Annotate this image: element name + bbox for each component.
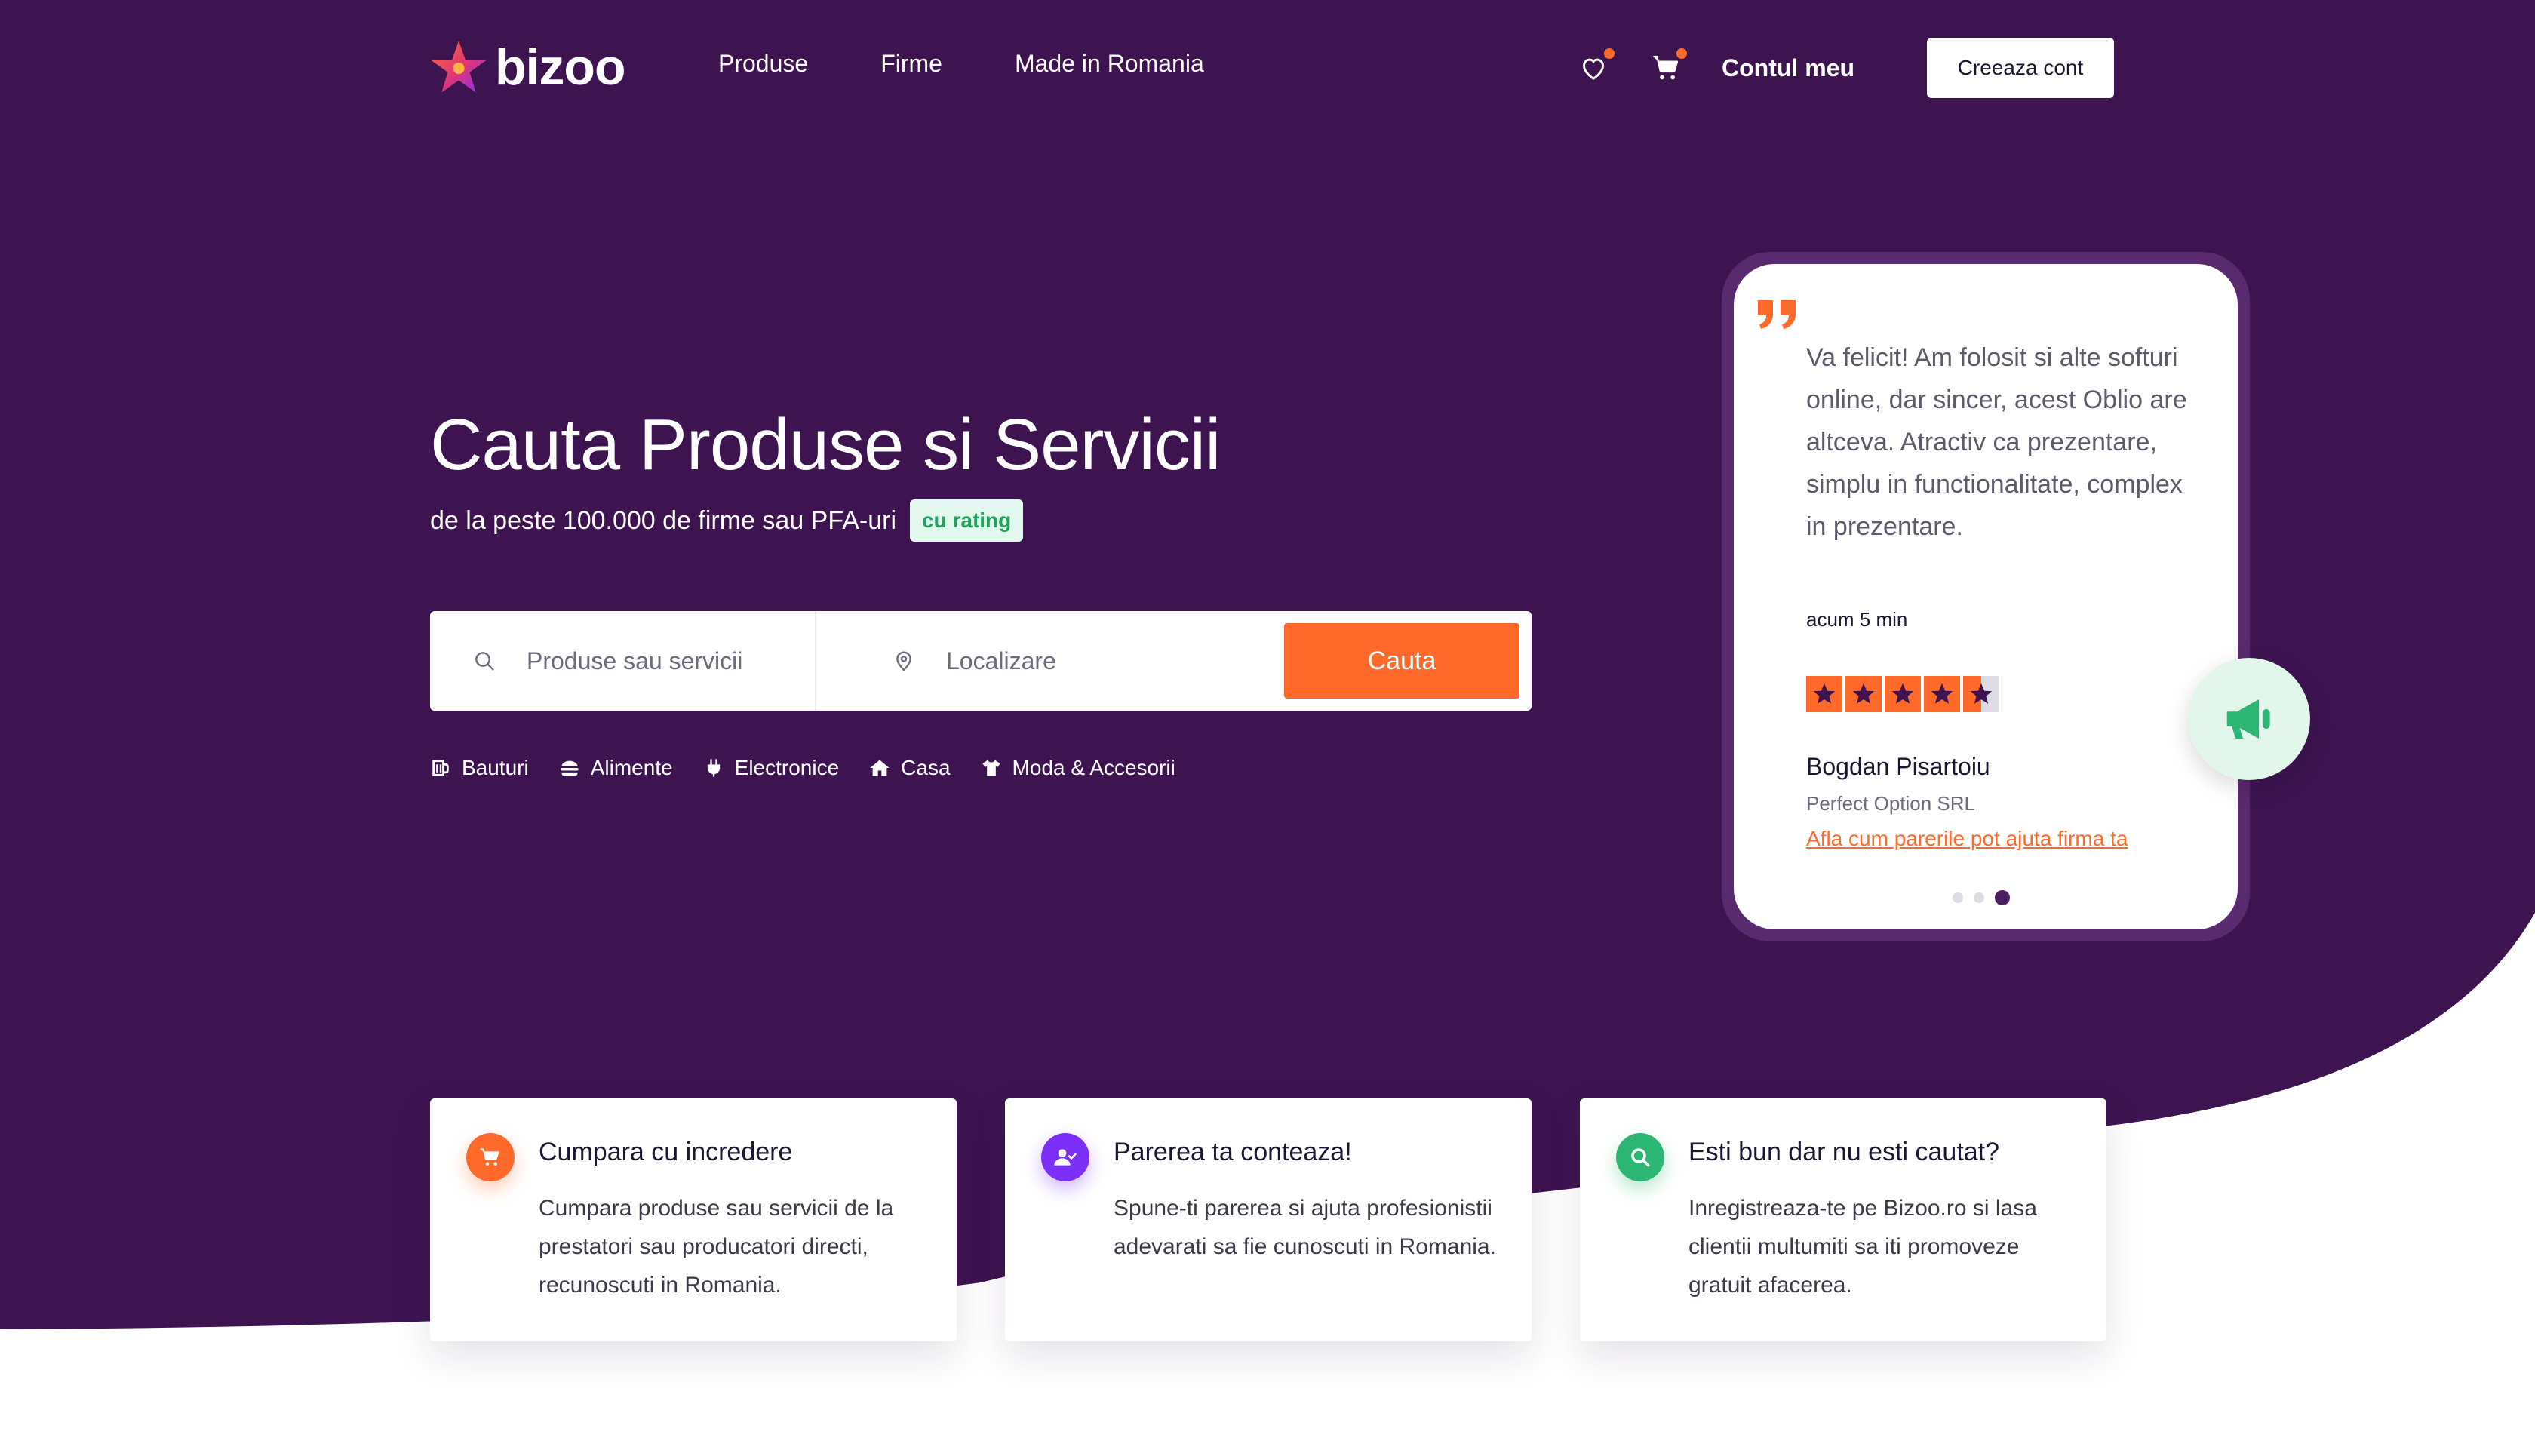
cart-button[interactable] bbox=[1649, 48, 1687, 84]
hero-title: Cauta Produse si Servicii bbox=[430, 404, 1221, 485]
notification-dot bbox=[1604, 48, 1615, 59]
feature-icon-badge bbox=[1041, 1133, 1089, 1181]
nav-actions: Contul meu Creeaza cont bbox=[1577, 38, 2114, 98]
category-electronice[interactable]: Electronice bbox=[703, 756, 840, 780]
star-icon bbox=[1845, 676, 1882, 712]
testimonial-company: Perfect Option SRL bbox=[1806, 792, 1975, 815]
feature-card-opinion: Parerea ta conteaza! Spune-ti parerea si… bbox=[1005, 1098, 1532, 1341]
category-casa[interactable]: Casa bbox=[869, 756, 951, 780]
carousel-dot[interactable] bbox=[1974, 892, 1984, 903]
feature-title: Cumpara cu incredere bbox=[539, 1138, 793, 1166]
feature-icon-badge bbox=[466, 1133, 515, 1181]
nav-firme[interactable]: Firme bbox=[880, 50, 942, 78]
category-moda-accesorii[interactable]: Moda & Accesorii bbox=[981, 756, 1175, 780]
search-icon bbox=[475, 652, 494, 671]
feature-card-promote: Esti bun dar nu esti cautat? Inregistrea… bbox=[1580, 1098, 2106, 1341]
category-label: Casa bbox=[901, 756, 951, 779]
burger-icon bbox=[561, 760, 579, 776]
star-icon bbox=[1924, 676, 1960, 712]
nav-made-in-romania[interactable]: Made in Romania bbox=[1015, 50, 1204, 78]
feature-text: Cumpara produse sau servicii de la prest… bbox=[539, 1196, 894, 1298]
cart-icon bbox=[1653, 55, 1679, 80]
feature-cards: Cumpara cu incredere Cumpara produse sau… bbox=[430, 1098, 2106, 1341]
testimonial-author: Bogdan Pisartoiu bbox=[1806, 753, 1990, 780]
feature-title: Parerea ta conteaza! bbox=[1114, 1138, 1352, 1166]
category-label: Alimente bbox=[590, 756, 673, 779]
search-icon bbox=[1631, 1148, 1650, 1167]
star-logo-icon bbox=[431, 41, 487, 93]
feature-text: Spune-ti parerea si ajuta profesionistii… bbox=[1114, 1196, 1496, 1259]
plug-icon bbox=[707, 759, 720, 777]
feature-icon-badge bbox=[1616, 1133, 1664, 1181]
category-label: Bauturi bbox=[462, 756, 529, 779]
heart-icon bbox=[1582, 58, 1605, 80]
category-list: Bauturi Alimente Electronice Casa Moda &… bbox=[430, 756, 1175, 780]
account-link[interactable]: Contul meu bbox=[1722, 54, 1854, 82]
search-bar: Cauta bbox=[430, 611, 1532, 711]
carousel-dot-active[interactable] bbox=[1995, 890, 2010, 905]
create-account-button[interactable]: Creeaza cont bbox=[1926, 38, 2114, 98]
cart-icon bbox=[480, 1148, 499, 1166]
location-pin-icon bbox=[896, 651, 911, 671]
notification-dot bbox=[1676, 48, 1687, 59]
rating-badge: cu rating bbox=[910, 499, 1024, 542]
testimonial-time: acum 5 min bbox=[1806, 608, 1908, 631]
feature-text: Inregistreaza-te pe Bizoo.ro si lasa cli… bbox=[1688, 1196, 2037, 1298]
category-bauturi[interactable]: Bauturi bbox=[430, 756, 529, 780]
main-nav: Produse Firme Made in Romania bbox=[718, 50, 1204, 78]
carousel-dot[interactable] bbox=[1953, 892, 1963, 903]
feature-card-trust: Cumpara cu incredere Cumpara produse sau… bbox=[430, 1098, 957, 1341]
category-label: Moda & Accesorii bbox=[1012, 756, 1175, 779]
half-star-icon bbox=[1963, 676, 1999, 712]
testimonial-text: Va felicit! Am folosit si alte softuri o… bbox=[1806, 343, 2187, 541]
brand-name: bizoo bbox=[495, 38, 626, 96]
megaphone-button[interactable] bbox=[2188, 658, 2310, 780]
megaphone-icon bbox=[2226, 699, 2270, 739]
carousel-dots bbox=[1953, 890, 2010, 905]
category-alimente[interactable]: Alimente bbox=[559, 756, 673, 780]
location-input[interactable] bbox=[946, 647, 1218, 675]
rating-stars bbox=[1806, 676, 1999, 712]
home-icon bbox=[870, 760, 890, 776]
category-label: Electronice bbox=[734, 756, 840, 779]
bizoo-logo[interactable]: bizoo bbox=[430, 38, 626, 97]
beer-mug-icon bbox=[432, 760, 449, 776]
star-icon bbox=[1806, 676, 1842, 712]
tshirt-icon bbox=[982, 760, 1000, 776]
products-search-field bbox=[430, 611, 816, 711]
search-button[interactable]: Cauta bbox=[1284, 623, 1519, 699]
feature-title: Esti bun dar nu esti cautat? bbox=[1688, 1138, 2000, 1166]
hero-subtitle-text: de la peste 100.000 de firme sau PFA-uri bbox=[430, 505, 897, 535]
quote-icon bbox=[1758, 300, 1796, 329]
star-icon bbox=[1885, 676, 1921, 712]
favorites-button[interactable] bbox=[1577, 48, 1615, 84]
testimonial-card: Va felicit! Am folosit si alte softuri o… bbox=[1734, 264, 2238, 929]
testimonial-link[interactable]: Afla cum parerile pot ajuta firma ta bbox=[1806, 827, 2128, 851]
hero-subtitle: de la peste 100.000 de firme sau PFA-uri… bbox=[430, 499, 1024, 542]
products-search-input[interactable] bbox=[527, 647, 798, 675]
user-check-icon bbox=[1054, 1149, 1077, 1166]
nav-produse[interactable]: Produse bbox=[718, 50, 808, 78]
